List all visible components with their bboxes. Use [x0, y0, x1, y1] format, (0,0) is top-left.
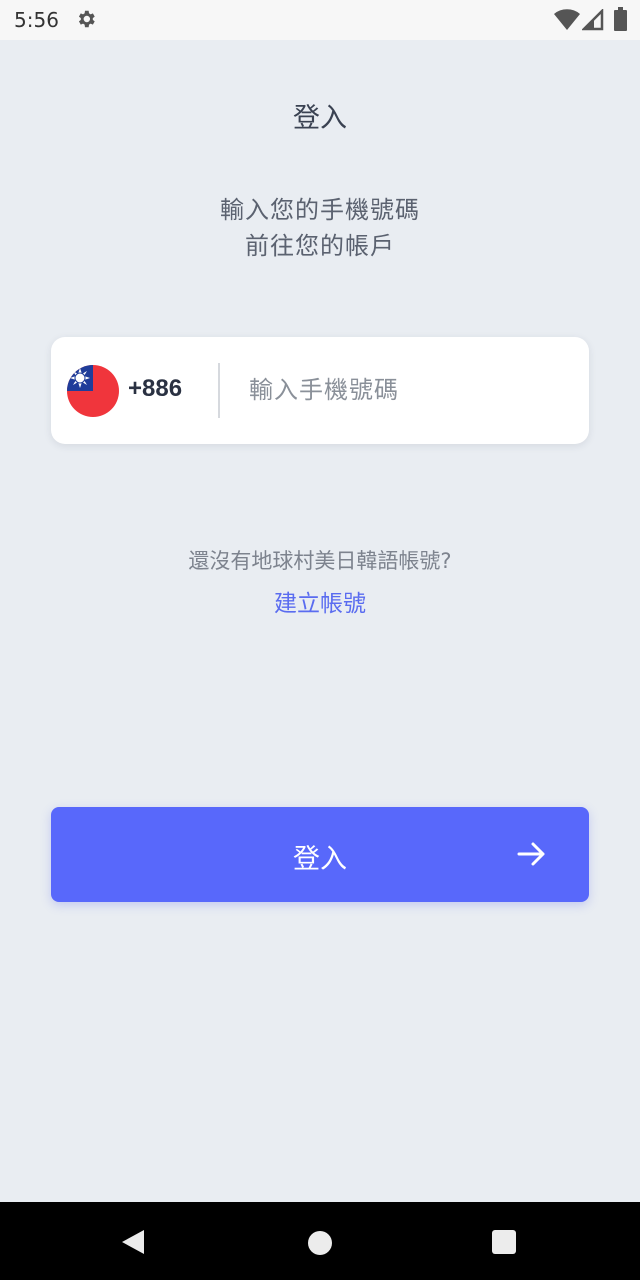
home-icon[interactable] [308, 1231, 332, 1255]
wifi-icon [554, 9, 580, 30]
gear-icon [78, 10, 95, 28]
back-icon[interactable] [120, 1228, 148, 1256]
navigation-bar [0, 1202, 640, 1280]
page-title: 登入 [293, 103, 347, 134]
phone-number-input[interactable] [241, 365, 587, 415]
arrow-right-icon [517, 842, 545, 866]
login-button-label: 登入 [293, 844, 347, 875]
country-code[interactable]: +886 [128, 375, 182, 403]
taiwan-flag-icon[interactable] [67, 365, 119, 417]
input-divider [218, 363, 220, 418]
no-account-text: 還沒有地球村美日韓語帳號? [188, 549, 452, 573]
status-time: 5:56 [14, 8, 59, 32]
subtitle-line-1: 輸入您的手機號碼 [220, 196, 420, 224]
subtitle-line-2: 前往您的帳戶 [245, 232, 395, 260]
signal-icon [582, 9, 604, 31]
battery-icon [614, 7, 627, 31]
status-bar: 5:56 [0, 0, 640, 40]
login-button[interactable]: 登入 [51, 807, 589, 902]
phone-input-card: +886 [51, 337, 589, 444]
recents-icon[interactable] [492, 1230, 516, 1254]
create-account-link[interactable]: 建立帳號 [0, 584, 640, 618]
